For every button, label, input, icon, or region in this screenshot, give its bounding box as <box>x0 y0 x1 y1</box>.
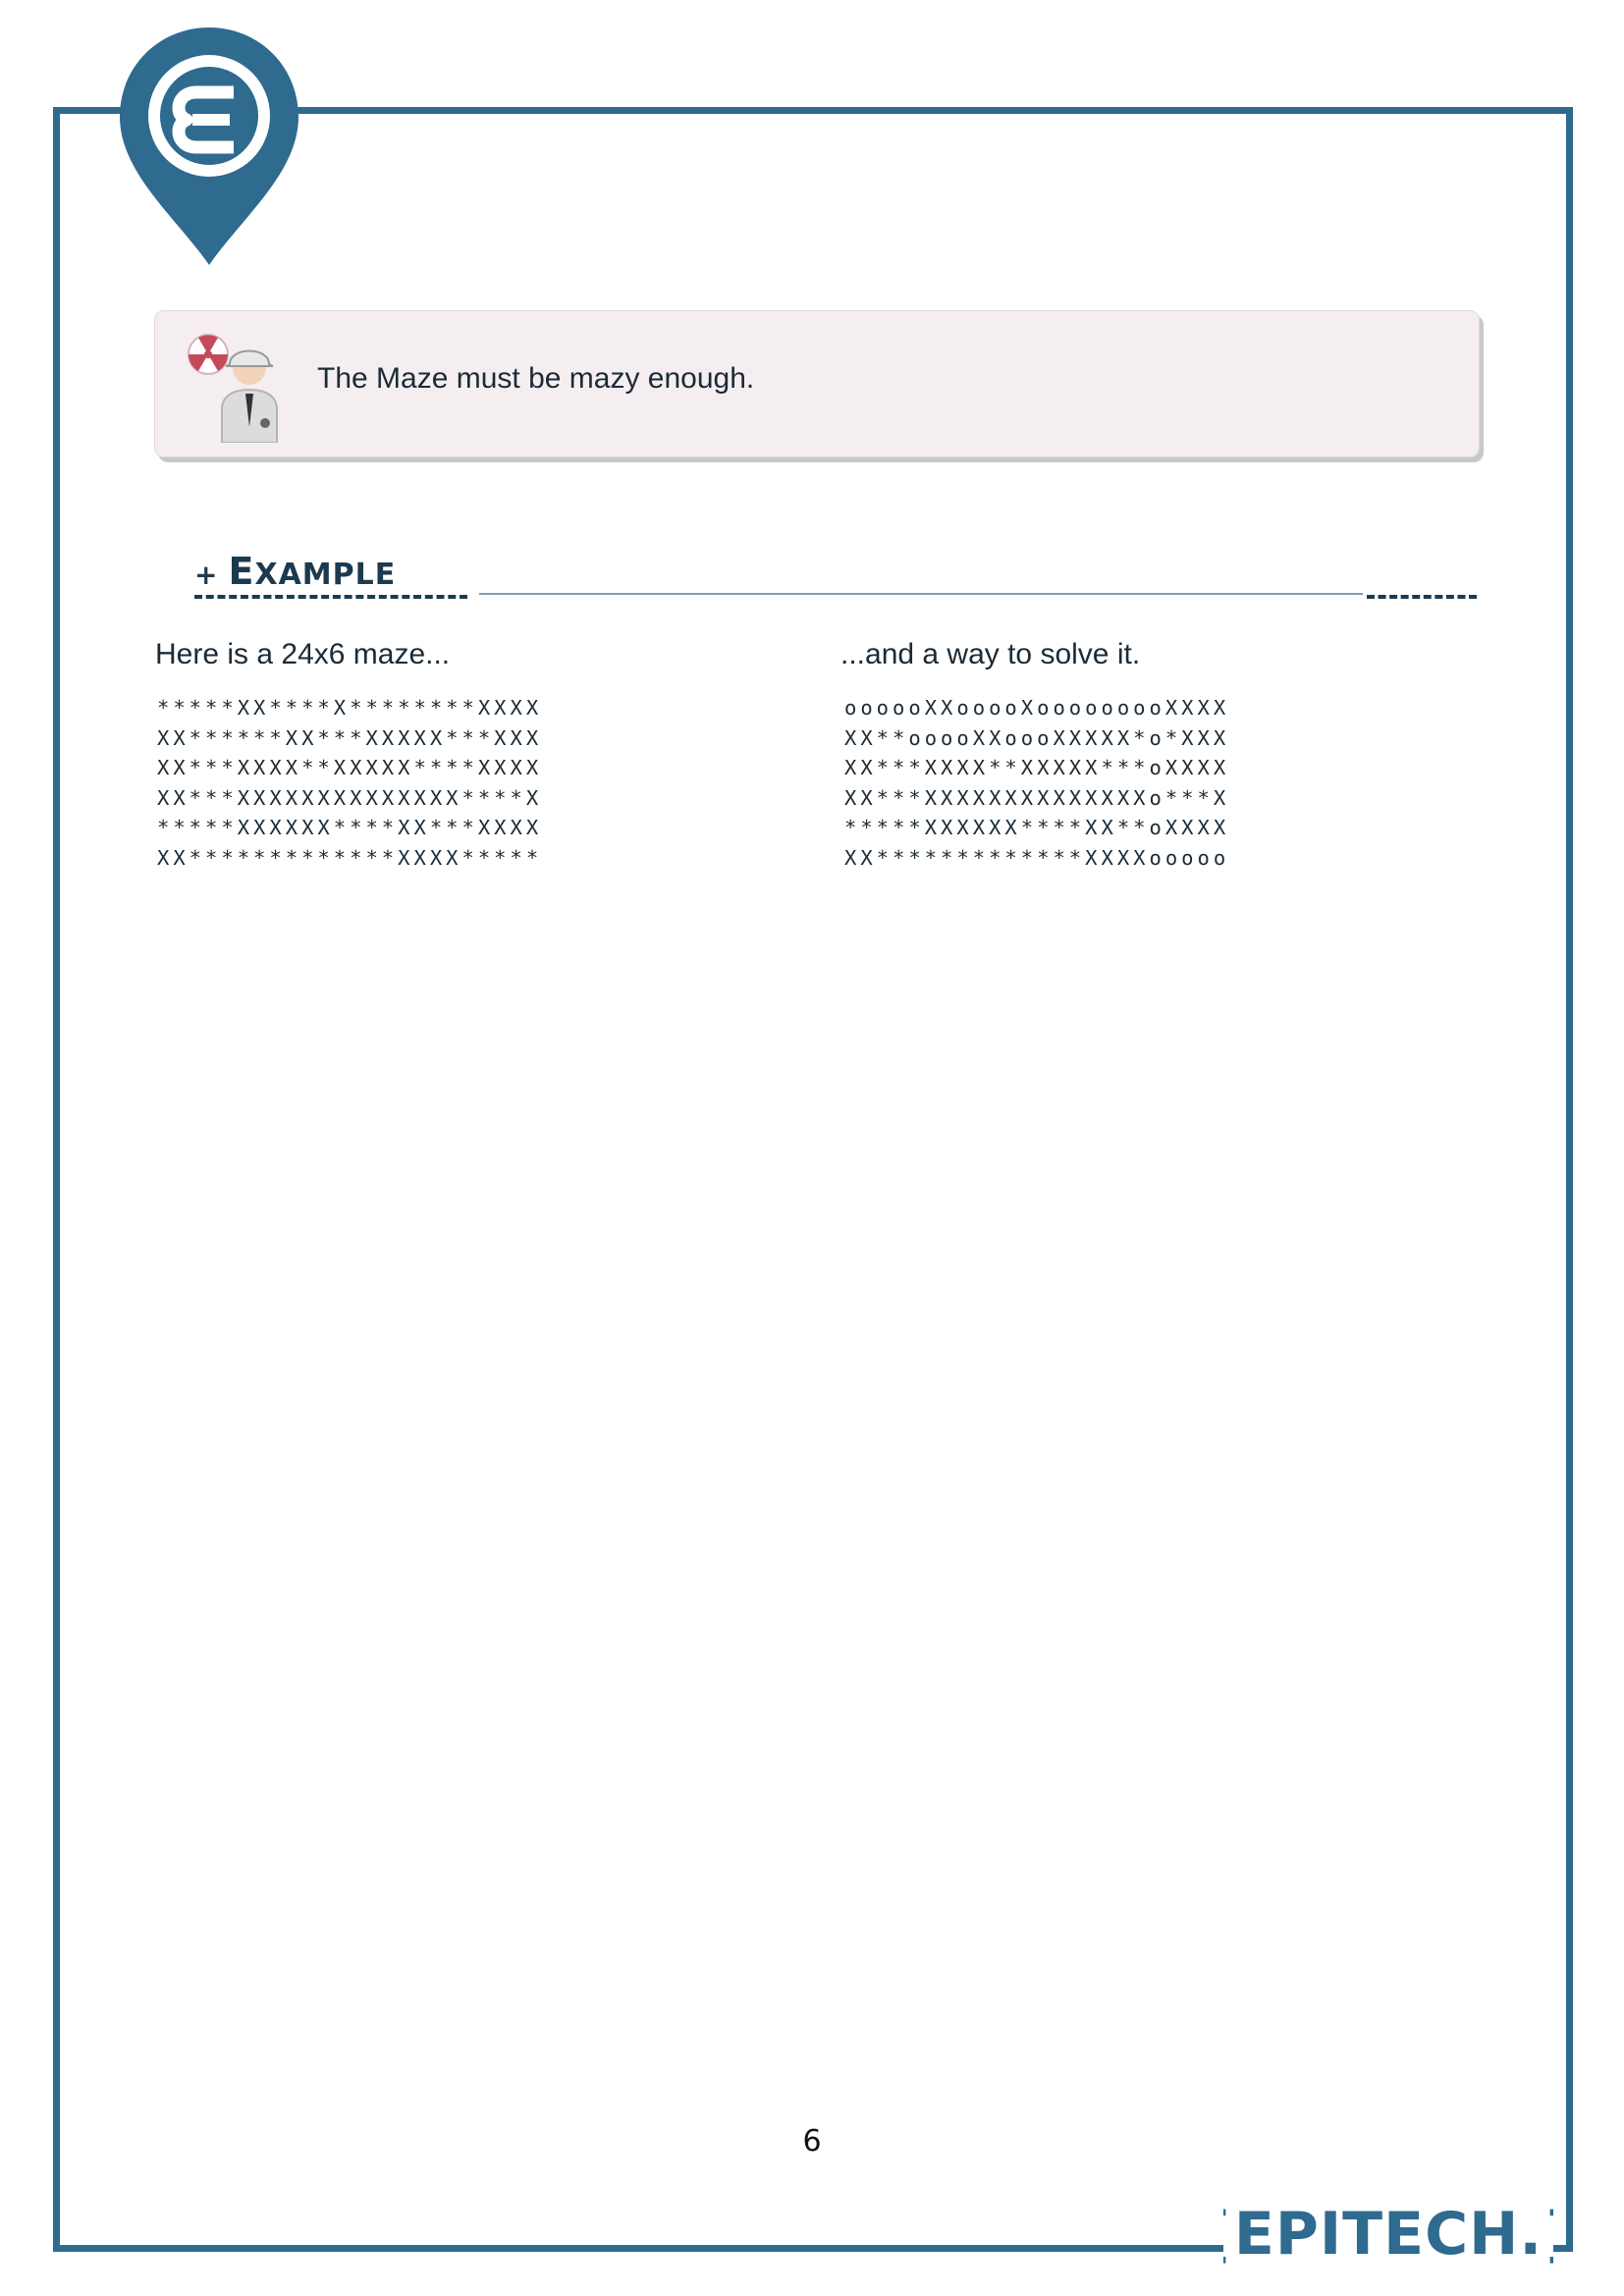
solution-row: XX***XXXX**XXXXX***oXXXX <box>844 756 1230 779</box>
note-text: The Maze must be mazy enough. <box>317 362 755 395</box>
maze-row: XX******XX***XXXXX***XXX <box>157 725 543 750</box>
solution-row: XX**ooooXXoooXXXXX*o*XXX <box>844 725 1230 750</box>
section-title-rest: XAMPLE <box>254 558 397 592</box>
solution-row: XX***XXXXXXXXXXXXXXo***X <box>844 785 1230 810</box>
maze-row: *****XX****X********XXXX <box>157 696 543 720</box>
epitech-brand-logo: {EPITECH.} <box>1223 2189 1553 2277</box>
maze-row: XX*************XXXX***** <box>157 845 543 870</box>
heading-rule <box>479 593 1363 595</box>
warning-note: The Maze must be mazy enough. <box>154 310 1480 457</box>
maze-example: *****XX****X********XXXX XX******XX***XXX… <box>157 693 542 873</box>
section-title: + EXAMPLE <box>194 550 396 593</box>
section-title-initial: E <box>228 550 255 593</box>
solution-row: *****XXXXXX****XX**oXXXX <box>844 816 1230 839</box>
heading-dashes-right <box>1367 595 1477 599</box>
left-caption: Here is a 24x6 maze... <box>155 638 451 670</box>
maze-row: XX***XXXX**XXXXX****XXXX <box>157 756 543 779</box>
section-plus: + <box>194 559 219 591</box>
svg-text:{EPITECH.}: {EPITECH.} <box>1223 2200 1553 2269</box>
solution-row: oooooXXooooXooooooooXXXX <box>844 696 1230 720</box>
maze-row: *****XXXXXX****XX***XXXX <box>157 816 543 839</box>
section-heading: + EXAMPLE <box>192 546 1481 605</box>
epitech-pin-logo <box>120 27 298 265</box>
right-caption: ...and a way to solve it. <box>840 638 1141 670</box>
solution-row: XX*************XXXXooooo <box>844 845 1230 870</box>
maze-solution: oooooXXooooXooooooooXXXX XX**ooooXXoooXXX… <box>844 693 1229 873</box>
radiation-worker-icon <box>188 334 278 443</box>
heading-dashes-left <box>194 595 467 599</box>
page-number: 6 <box>802 2124 822 2159</box>
maze-row: XX***XXXXXXXXXXXXXX****X <box>157 785 543 810</box>
